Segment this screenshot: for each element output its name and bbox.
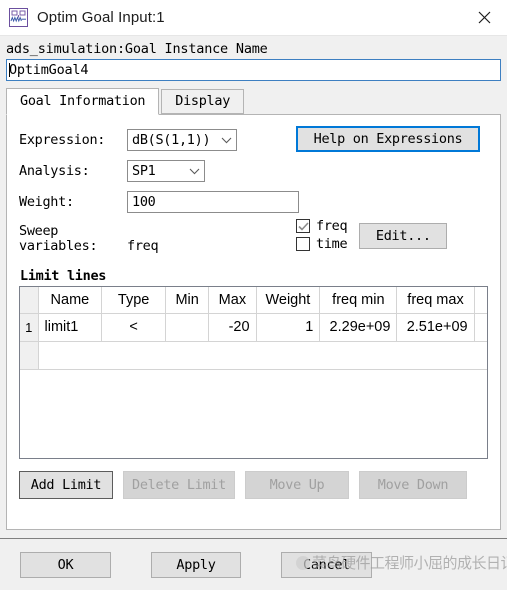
cancel-button[interactable]: Cancel <box>281 551 372 578</box>
column-header-filler <box>474 287 487 314</box>
checkbox-time[interactable]: time <box>296 236 348 252</box>
optim-goal-input-dialog: Optim Goal Input:1 ads_simulation:Goal I… <box>0 0 507 590</box>
sweep-checkbox-list: freq time <box>296 218 348 254</box>
delete-limit-button: Delete Limit <box>123 471 235 499</box>
instance-name-label: ads_simulation:Goal Instance Name <box>6 41 268 57</box>
cell-max[interactable]: -20 <box>208 313 257 342</box>
cell-name[interactable]: limit1 <box>38 313 103 342</box>
column-header-freq-max[interactable]: freq max <box>396 287 475 314</box>
table-header-row: Name Type Min Max Weight freq min freq m… <box>20 287 487 314</box>
column-header-max[interactable]: Max <box>208 287 257 314</box>
analysis-row: Analysis: SP1 <box>19 160 488 182</box>
column-header-min[interactable]: Min <box>165 287 210 314</box>
help-on-expressions-button[interactable]: Help on Expressions <box>296 126 480 152</box>
edit-button[interactable]: Edit... <box>359 223 448 249</box>
sweep-variables-label: Sweep variables: <box>19 224 127 254</box>
cell-filler <box>474 313 487 342</box>
limit-lines-table-container[interactable]: Name Type Min Max Weight freq min freq m… <box>19 286 488 459</box>
apply-button[interactable]: Apply <box>151 551 241 578</box>
close-button[interactable] <box>461 0 507 36</box>
cell-type[interactable]: < <box>101 313 167 342</box>
chevron-down-icon <box>220 137 233 144</box>
schematic-waveform-icon <box>9 8 28 27</box>
expression-label: Expression: <box>19 132 106 148</box>
checkbox-freq[interactable]: freq <box>296 218 348 234</box>
cell-empty <box>38 341 487 370</box>
checkbox-time-label: time <box>316 236 348 252</box>
ok-button[interactable]: OK <box>20 551 111 578</box>
checkbox-checked-icon <box>296 219 310 233</box>
instance-name-input[interactable]: OptimGoal4 <box>6 59 501 81</box>
move-up-button: Move Up <box>245 471 349 499</box>
column-header-name[interactable]: Name <box>38 287 103 314</box>
weight-value: 100 <box>132 194 156 210</box>
weight-label: Weight: <box>19 194 74 210</box>
checkbox-freq-label: freq <box>316 218 348 234</box>
move-down-button: Move Down <box>359 471 467 499</box>
sweep-label-line2: variables: <box>19 238 98 254</box>
instance-name-value: OptimGoal4 <box>9 62 89 78</box>
sweep-options-group: freq time Edit... <box>296 218 448 254</box>
sweep-label-line1: Sweep <box>19 223 59 239</box>
weight-input[interactable]: 100 <box>127 191 299 213</box>
expression-dropdown[interactable]: dB(S(1,1)) <box>127 129 237 151</box>
sweep-variables-value: freq <box>127 238 159 254</box>
cell-freq-max[interactable]: 2.51e+09 <box>396 313 475 342</box>
tab-goal-information[interactable]: Goal Information <box>6 88 160 115</box>
limit-lines-title: Limit lines <box>20 268 107 284</box>
weight-row: Weight: 100 <box>19 191 488 213</box>
table-row[interactable]: 1 limit1 < -20 1 2.29e+09 2.51e+09 <box>20 313 487 342</box>
table-row-empty[interactable] <box>20 341 487 370</box>
goal-information-panel: Expression: dB(S(1,1)) Analysis: SP1 Wei… <box>6 114 501 530</box>
add-limit-button[interactable]: Add Limit <box>19 471 113 499</box>
title-bar: Optim Goal Input:1 <box>0 0 507 36</box>
analysis-dropdown[interactable]: SP1 <box>127 160 205 182</box>
cell-weight[interactable]: 1 <box>256 313 321 342</box>
column-header-weight[interactable]: Weight <box>256 287 321 314</box>
cell-freq-min[interactable]: 2.29e+09 <box>319 313 398 342</box>
column-header-type[interactable]: Type <box>101 287 167 314</box>
window-title: Optim Goal Input:1 <box>37 9 165 26</box>
column-header-index <box>20 287 39 314</box>
expression-value: dB(S(1,1)) <box>132 132 211 148</box>
column-header-freq-min[interactable]: freq min <box>319 287 398 314</box>
row-index-empty <box>20 341 39 370</box>
limit-lines-table: Name Type Min Max Weight freq min freq m… <box>20 287 487 370</box>
analysis-label: Analysis: <box>19 163 90 179</box>
checkbox-unchecked-icon <box>296 237 310 251</box>
instance-name-section: ads_simulation:Goal Instance Name OptimG… <box>0 36 507 81</box>
dialog-footer: OK Apply Cancel <box>0 538 507 590</box>
limit-line-actions: Add Limit Delete Limit Move Up Move Down <box>19 471 488 499</box>
row-index: 1 <box>20 313 39 342</box>
analysis-value: SP1 <box>132 163 156 179</box>
tab-strip: Goal Information Display <box>6 88 501 115</box>
tab-display[interactable]: Display <box>161 89 245 114</box>
cell-min[interactable] <box>165 313 210 342</box>
chevron-down-icon <box>188 168 201 175</box>
